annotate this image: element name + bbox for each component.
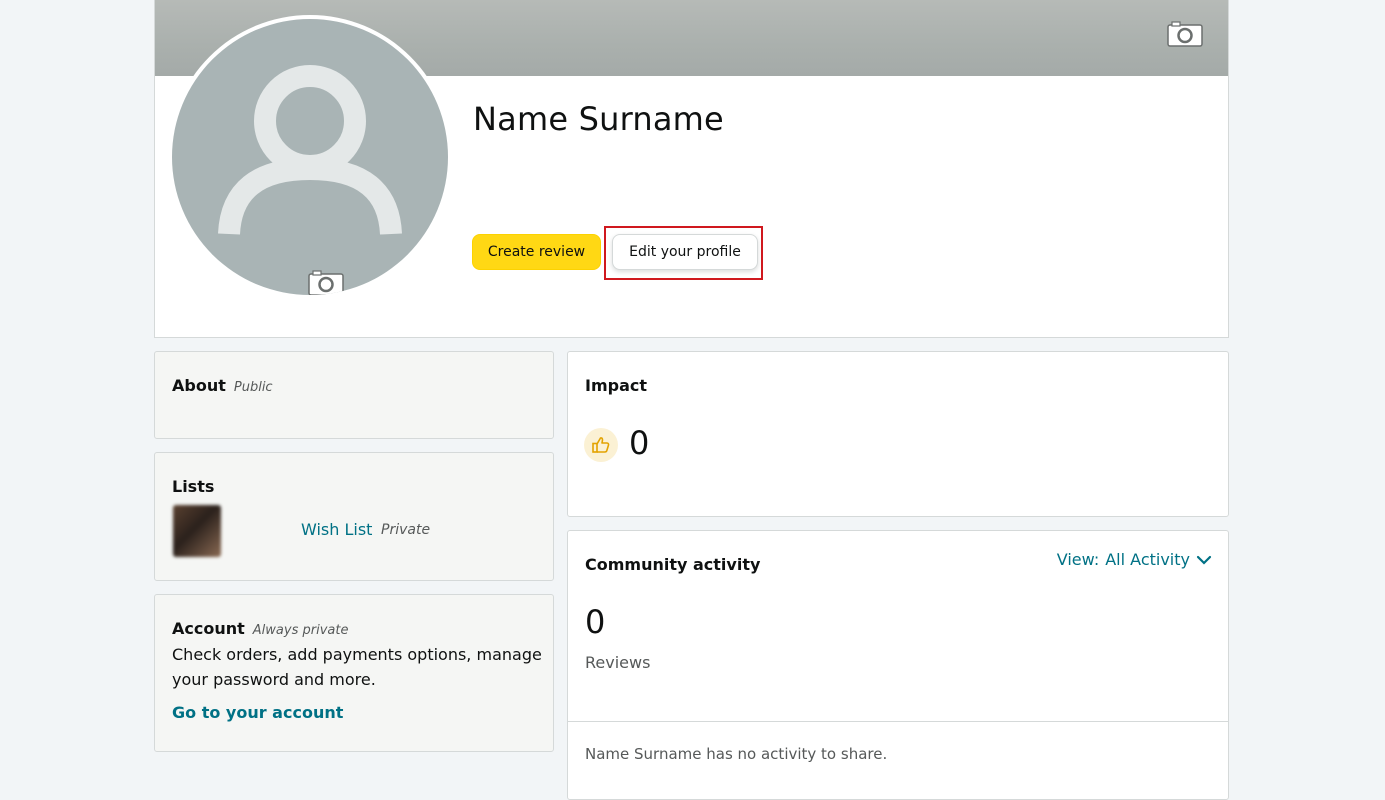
wishlist-thumbnail[interactable] [173, 505, 221, 557]
highlight-annotation [604, 226, 763, 280]
account-title-text: Account [172, 619, 245, 638]
about-privacy: Public [233, 380, 273, 395]
chevron-down-icon [1196, 555, 1212, 565]
thumbs-up-icon [592, 437, 610, 453]
view-filter-dropdown[interactable]: View: All Activity [1057, 550, 1212, 569]
empty-activity-message: Name Surname has no activity to share. [585, 745, 888, 763]
view-filter-label: View: [1056, 550, 1100, 569]
wishlist-link[interactable]: Wish List [301, 520, 372, 539]
avatar[interactable] [172, 19, 448, 295]
account-privacy: Always private [252, 623, 349, 638]
about-card: About Public [154, 351, 554, 439]
about-title-text: About [172, 376, 226, 395]
reviews-label: Reviews [585, 653, 651, 672]
thumbs-up-badge [584, 428, 618, 462]
impact-count: 0 [629, 424, 650, 462]
profile-name: Name Surname [473, 100, 724, 138]
account-description: Check orders, add payments options, mana… [172, 645, 542, 689]
avatar-placeholder-icon [218, 65, 402, 235]
create-review-button[interactable]: Create review [472, 234, 601, 270]
impact-card: Impact 0 [567, 351, 1229, 517]
impact-title: Impact [585, 376, 648, 395]
camera-icon[interactable] [1166, 20, 1204, 48]
view-filter-value: All Activity [1105, 550, 1190, 569]
wishlist-privacy: Private [381, 522, 431, 538]
community-activity-card: Community activity View: All Activity 0 … [567, 530, 1229, 800]
profile-header-card: Name Surname Create review Edit your pro… [154, 0, 1229, 338]
go-to-account-link[interactable]: Go to your account [172, 703, 343, 722]
divider [568, 721, 1228, 722]
lists-title: Lists [172, 477, 215, 496]
community-activity-title: Community activity [585, 555, 761, 574]
camera-icon[interactable] [307, 269, 345, 295]
account-title: Account Always private [172, 619, 348, 638]
lists-card: Lists Wish List Private [154, 452, 554, 581]
review-count: 0 [585, 603, 606, 641]
account-card: Account Always private Check orders, add … [154, 594, 554, 752]
about-title: About Public [172, 376, 273, 395]
